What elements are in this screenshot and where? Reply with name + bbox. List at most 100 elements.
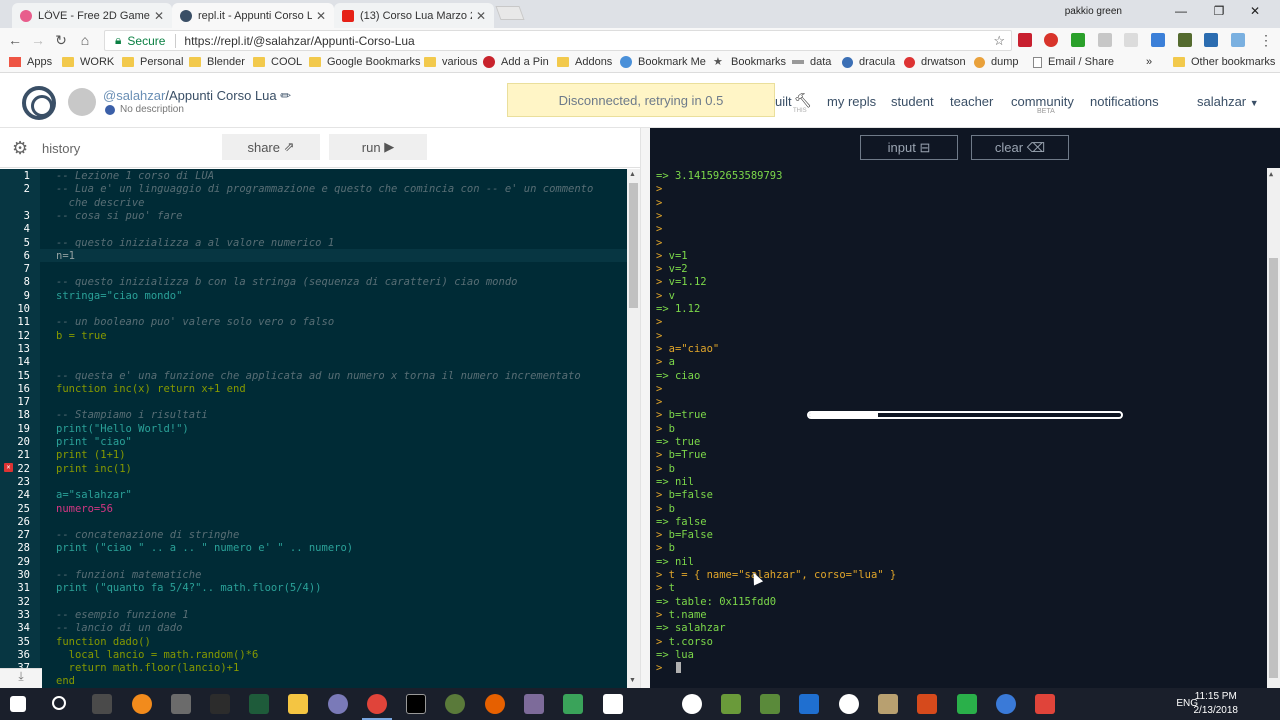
bookmark-dracula[interactable]: dracula bbox=[842, 56, 895, 68]
close-icon[interactable]: ✕ bbox=[316, 9, 326, 23]
avatar[interactable] bbox=[68, 88, 96, 116]
nav-built[interactable]: uilt THIS bbox=[775, 94, 807, 114]
taskbar-app-3-icon[interactable] bbox=[171, 694, 191, 714]
bookmark-cool[interactable]: COOL bbox=[253, 56, 302, 68]
taskbar-app-2-icon[interactable] bbox=[132, 694, 152, 714]
bookmark-more[interactable]: » bbox=[1146, 56, 1152, 68]
scrollbar-thumb[interactable] bbox=[1269, 258, 1278, 678]
bookmark-add-a-pin[interactable]: Add a Pin bbox=[483, 56, 549, 68]
adblock-icon[interactable] bbox=[1044, 33, 1058, 47]
github-desktop-icon[interactable] bbox=[682, 694, 702, 714]
error-marker-icon[interactable]: ✕ bbox=[4, 463, 13, 472]
bookmark-dump[interactable]: dump bbox=[974, 56, 1019, 68]
reload-icon[interactable]: ↻ bbox=[51, 32, 71, 49]
project-description[interactable]: No description bbox=[105, 104, 184, 115]
nav-student[interactable]: student bbox=[891, 94, 934, 109]
scroll-down-icon[interactable]: ▼ bbox=[629, 677, 636, 684]
bookmark-addons[interactable]: Addons bbox=[557, 56, 612, 68]
search-icon[interactable] bbox=[52, 696, 66, 710]
chrome-icon[interactable] bbox=[367, 694, 387, 714]
tab-replit[interactable]: repl.it - Appunti Corso Lu ✕ bbox=[172, 3, 334, 28]
run-button[interactable]: run ▶ bbox=[329, 134, 427, 160]
bookmark-google-bookmarks[interactable]: Google Bookmarks bbox=[309, 56, 421, 68]
clear-button[interactable]: clear ⌫ bbox=[971, 135, 1069, 160]
extension-red-icon[interactable] bbox=[1018, 33, 1032, 47]
extension-blue-icon[interactable] bbox=[1151, 33, 1165, 47]
taskbar-app-17-icon[interactable] bbox=[1035, 694, 1055, 714]
taskbar-app-15-icon[interactable] bbox=[957, 694, 977, 714]
address-bar[interactable]: 🔒︎ Secure https://repl.it/@salahzar/Appu… bbox=[104, 30, 1012, 51]
history-button[interactable]: history bbox=[42, 141, 80, 156]
bookmark-personal[interactable]: Personal bbox=[122, 56, 183, 68]
extension-a-icon[interactable] bbox=[1204, 33, 1218, 47]
taskbar-app-10-icon[interactable] bbox=[721, 694, 741, 714]
bookmark-data[interactable]: data bbox=[792, 56, 831, 68]
taskbar-app-4-icon[interactable] bbox=[210, 694, 230, 714]
tab-love[interactable]: LÖVE - Free 2D Game En ✕ bbox=[12, 3, 172, 28]
forward-icon[interactable]: → bbox=[28, 32, 48, 48]
taskbar-app-5-icon[interactable] bbox=[249, 694, 269, 714]
bookmark-blender[interactable]: Blender bbox=[189, 56, 245, 68]
taskbar-app-7-icon[interactable] bbox=[445, 694, 465, 714]
download-arrow-icon[interactable] bbox=[1071, 33, 1085, 47]
taskbar-app-13-icon[interactable] bbox=[878, 694, 898, 714]
console-pane[interactable]: input ⊟ clear ⌫ => 3.141592653589793 > > … bbox=[650, 128, 1280, 688]
new-tab-button[interactable] bbox=[495, 6, 525, 20]
bookmark-drwatson[interactable]: drwatson bbox=[904, 56, 966, 68]
file-explorer-icon[interactable] bbox=[288, 694, 308, 714]
back-icon[interactable]: ← bbox=[5, 32, 25, 48]
input-button[interactable]: input ⊟ bbox=[860, 135, 958, 160]
mail-icon[interactable] bbox=[603, 694, 623, 714]
skype-icon[interactable] bbox=[839, 694, 859, 714]
home-icon[interactable]: ⌂ bbox=[75, 32, 95, 48]
bookmark-various[interactable]: various bbox=[424, 56, 477, 68]
bookmark-email-share[interactable]: Email / Share bbox=[1033, 56, 1114, 68]
editor-scrollbar[interactable]: ▲ ▼ bbox=[627, 169, 640, 688]
nav-community[interactable]: community BETA bbox=[1011, 94, 1074, 115]
pencil-icon[interactable]: ✏ bbox=[280, 88, 291, 103]
code-editor[interactable]: 1 2 3 4 5 6 7 8 9 10 11 12 13 14 15 16 17 18 19 20 21 22 23 24 2… bbox=[0, 169, 627, 688]
menu-icon[interactable]: ⋮ bbox=[1256, 32, 1276, 49]
close-window-icon[interactable]: ✕ bbox=[1240, 4, 1270, 18]
replit-logo-icon[interactable] bbox=[22, 86, 56, 120]
taskbar-app-6-icon[interactable] bbox=[328, 694, 348, 714]
nav-notifications[interactable]: notifications bbox=[1090, 94, 1159, 109]
hammer-icon[interactable]: 🔨︎ bbox=[794, 92, 812, 109]
taskbar-app-11-icon[interactable] bbox=[760, 694, 780, 714]
bookmark-work[interactable]: WORK bbox=[62, 56, 114, 68]
extension-sync-icon[interactable] bbox=[1231, 33, 1245, 47]
close-icon[interactable]: ✕ bbox=[476, 9, 486, 23]
gear-icon[interactable]: ⚙ bbox=[12, 138, 28, 159]
terminal-icon[interactable] bbox=[406, 694, 426, 714]
taskbar-app-8-icon[interactable] bbox=[524, 694, 544, 714]
scroll-up-icon[interactable]: ▲ bbox=[1269, 170, 1273, 178]
nav-teacher[interactable]: teacher bbox=[950, 94, 993, 109]
maximize-icon[interactable]: ❐ bbox=[1204, 4, 1234, 18]
scrollbar-thumb[interactable] bbox=[629, 183, 638, 308]
console-scrollbar[interactable]: ▲ bbox=[1267, 168, 1280, 688]
taskbar-app-16-icon[interactable] bbox=[996, 694, 1016, 714]
minimize-icon[interactable]: — bbox=[1166, 4, 1196, 18]
firefox-icon[interactable] bbox=[485, 694, 505, 714]
project-title[interactable]: @salahzar/Appunti Corso Lua ✏ bbox=[103, 88, 291, 104]
clock[interactable]: 11:15 PM 2/13/2018 bbox=[1194, 690, 1239, 718]
taskbar-app-12-icon[interactable] bbox=[799, 694, 819, 714]
extension-monitor-icon[interactable] bbox=[1178, 33, 1192, 47]
close-icon[interactable]: ✕ bbox=[154, 9, 164, 23]
nav-my-repls[interactable]: my repls bbox=[827, 94, 876, 109]
scroll-up-icon[interactable]: ▲ bbox=[629, 171, 636, 178]
windows-start-icon[interactable] bbox=[10, 696, 26, 712]
tab-youtube[interactable]: (13) Corso Lua Marzo 20 ✕ bbox=[334, 3, 494, 28]
extension-gray-icon[interactable] bbox=[1098, 33, 1112, 47]
taskbar-app-1-icon[interactable] bbox=[92, 694, 112, 714]
pane-splitter[interactable] bbox=[640, 128, 650, 688]
bookmark-apps[interactable]: Apps bbox=[9, 56, 52, 68]
bookmark-star-icon[interactable]: ☆ bbox=[993, 33, 1005, 49]
user-menu[interactable]: salahzar ▼ bbox=[1197, 94, 1259, 109]
extension-light-icon[interactable] bbox=[1124, 33, 1138, 47]
bookmark-bookmarks[interactable]: ★ Bookmarks bbox=[713, 56, 786, 68]
project-owner[interactable]: @salahzar bbox=[103, 88, 165, 103]
browser-profile-name[interactable]: pakkio green bbox=[1065, 6, 1122, 17]
share-button[interactable]: share ⇗ bbox=[222, 134, 320, 160]
taskbar-app-14-icon[interactable] bbox=[917, 694, 937, 714]
